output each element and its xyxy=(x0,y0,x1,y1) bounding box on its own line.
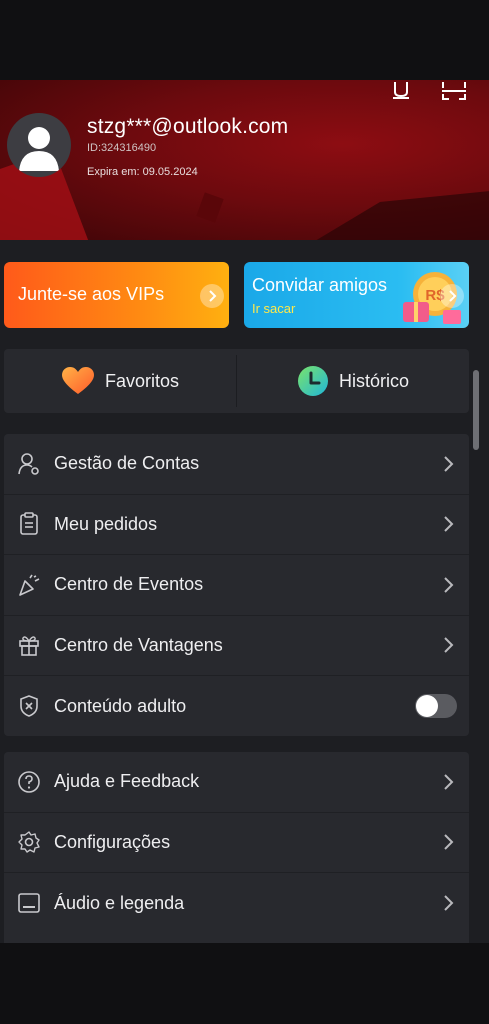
profile-screen: stzg***@outlook.com ID:324316490 Expira … xyxy=(0,80,489,943)
adult-content-toggle[interactable] xyxy=(415,694,457,719)
chevron-right-icon xyxy=(444,577,454,593)
user-silhouette-icon xyxy=(19,127,59,171)
menu-item-label: Ajuda e Feedback xyxy=(54,771,200,792)
orders-icon xyxy=(16,511,42,537)
menu-item-help-feedback[interactable]: Ajuda e Feedback xyxy=(4,752,469,813)
notification-icon[interactable] xyxy=(388,80,414,100)
user-email: stzg***@outlook.com xyxy=(87,115,289,138)
header-decoration xyxy=(300,190,489,240)
menu-item-label: Configurações xyxy=(54,831,171,852)
invite-friends-card[interactable]: Convidar amigos Ir sacar R$ xyxy=(244,262,469,328)
letterbox-bottom xyxy=(0,943,489,1024)
scan-icon[interactable] xyxy=(441,80,467,100)
chevron-right-icon xyxy=(444,895,454,911)
menu-item-account-management[interactable]: Gestão de Contas xyxy=(4,434,469,495)
menu-item-label: Conteúdo adulto xyxy=(54,695,187,716)
quick-links: Favoritos Histórico xyxy=(4,349,469,413)
history-button[interactable]: Histórico xyxy=(237,349,469,413)
favorites-label: Favoritos xyxy=(104,370,180,391)
menu-item-label: Centro de Vantagens xyxy=(54,634,223,655)
chevron-right-icon xyxy=(444,456,454,472)
join-vip-label: Junte-se aos VIPs xyxy=(18,284,165,304)
menu-group-settings: Ajuda e Feedback Configurações Áudio e l… xyxy=(4,752,469,943)
menu-item-label: Meu pedidos xyxy=(54,513,158,534)
menu-item-benefits-center[interactable]: Centro de Vantagens xyxy=(4,616,469,676)
profile-header: stzg***@outlook.com ID:324316490 Expira … xyxy=(0,80,489,240)
shield-x-icon xyxy=(16,693,42,719)
account-manage-icon xyxy=(16,451,42,477)
clock-icon xyxy=(297,366,328,396)
menu-group-account: Gestão de Contas Meu pedidos Centro de E… xyxy=(4,434,469,736)
menu-item-event-center[interactable]: Centro de Eventos xyxy=(4,555,469,616)
heart-icon xyxy=(61,367,94,394)
letterbox-top xyxy=(0,0,489,80)
menu-item-settings[interactable]: Configurações xyxy=(4,813,469,873)
subtitle-icon xyxy=(16,890,42,916)
chevron-right-icon xyxy=(444,834,454,850)
invite-friends-label: Convidar amigos xyxy=(252,275,388,295)
gift-icon xyxy=(16,632,42,658)
toggle-knob xyxy=(416,695,438,718)
avatar[interactable] xyxy=(7,113,71,177)
scrollbar[interactable] xyxy=(473,370,479,450)
vip-expiry: Expira em: 09.05.2024 xyxy=(87,166,198,178)
chevron-right-icon xyxy=(200,284,224,308)
menu-item-my-orders[interactable]: Meu pedidos xyxy=(4,495,469,555)
header-decoration xyxy=(196,192,224,223)
favorites-button[interactable]: Favoritos xyxy=(4,349,236,413)
menu-item-adult-content: Conteúdo adulto xyxy=(4,676,469,737)
user-id: ID:324316490 xyxy=(87,142,157,154)
withdraw-link: Ir sacar xyxy=(252,301,296,316)
join-vip-card[interactable]: Junte-se aos VIPs xyxy=(4,262,229,328)
chevron-right-icon xyxy=(444,774,454,790)
menu-item-label: Áudio e legenda xyxy=(54,892,185,913)
menu-item-label: Centro de Eventos xyxy=(54,574,204,595)
menu-item-audio-subtitles[interactable]: Áudio e legenda xyxy=(4,873,469,934)
chevron-right-icon xyxy=(440,284,464,308)
gear-icon xyxy=(16,829,42,855)
chevron-right-icon xyxy=(444,637,454,653)
chevron-right-icon xyxy=(444,516,454,532)
party-popper-icon xyxy=(16,572,42,598)
help-icon xyxy=(16,769,42,795)
history-label: Histórico xyxy=(338,370,409,391)
menu-item-label: Gestão de Contas xyxy=(54,453,200,474)
